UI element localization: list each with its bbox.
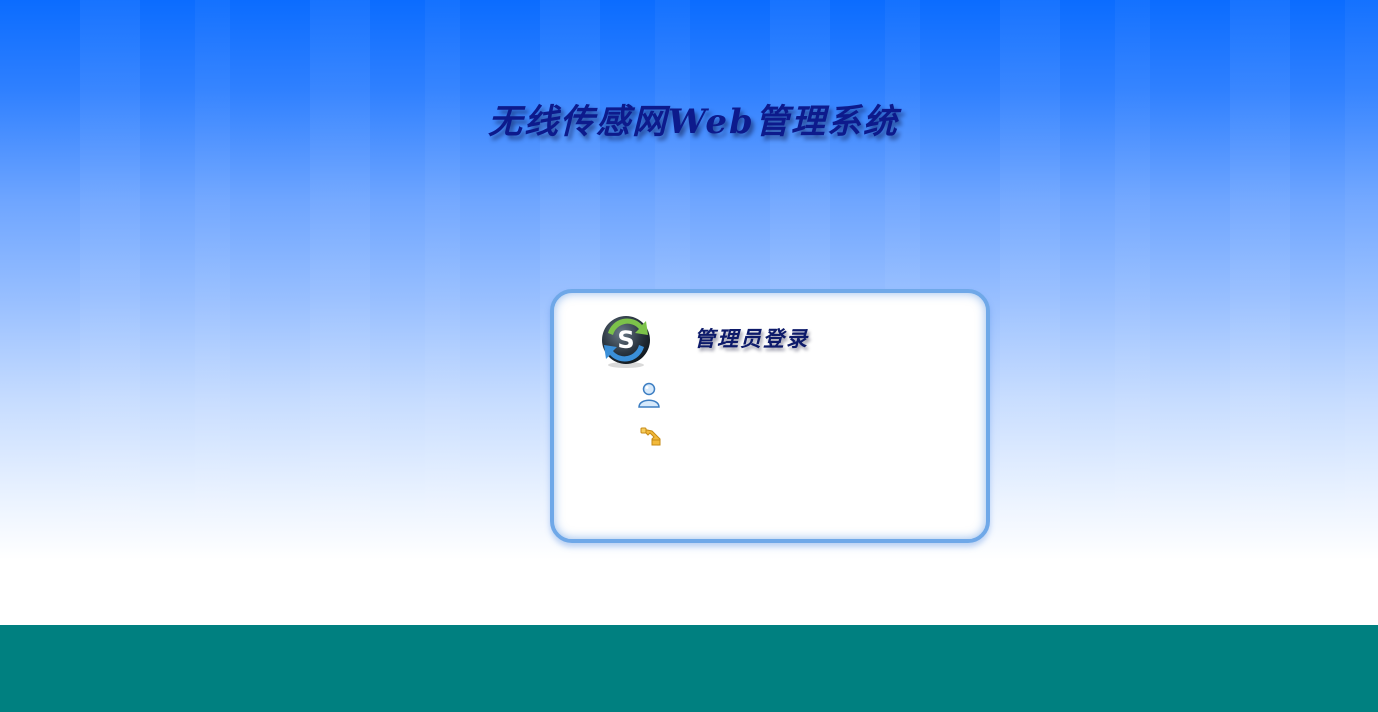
- login-panel: S 管理员登录: [550, 289, 990, 543]
- user-icon: [638, 382, 660, 408]
- refresh-s-logo-icon: S: [602, 316, 650, 368]
- key-icon: [640, 427, 661, 446]
- page-title: 无线传感网Web管理系统: [488, 102, 899, 142]
- footer-bar: [0, 625, 1378, 712]
- svg-text:S: S: [617, 326, 634, 354]
- login-title: 管理员登录: [694, 326, 809, 351]
